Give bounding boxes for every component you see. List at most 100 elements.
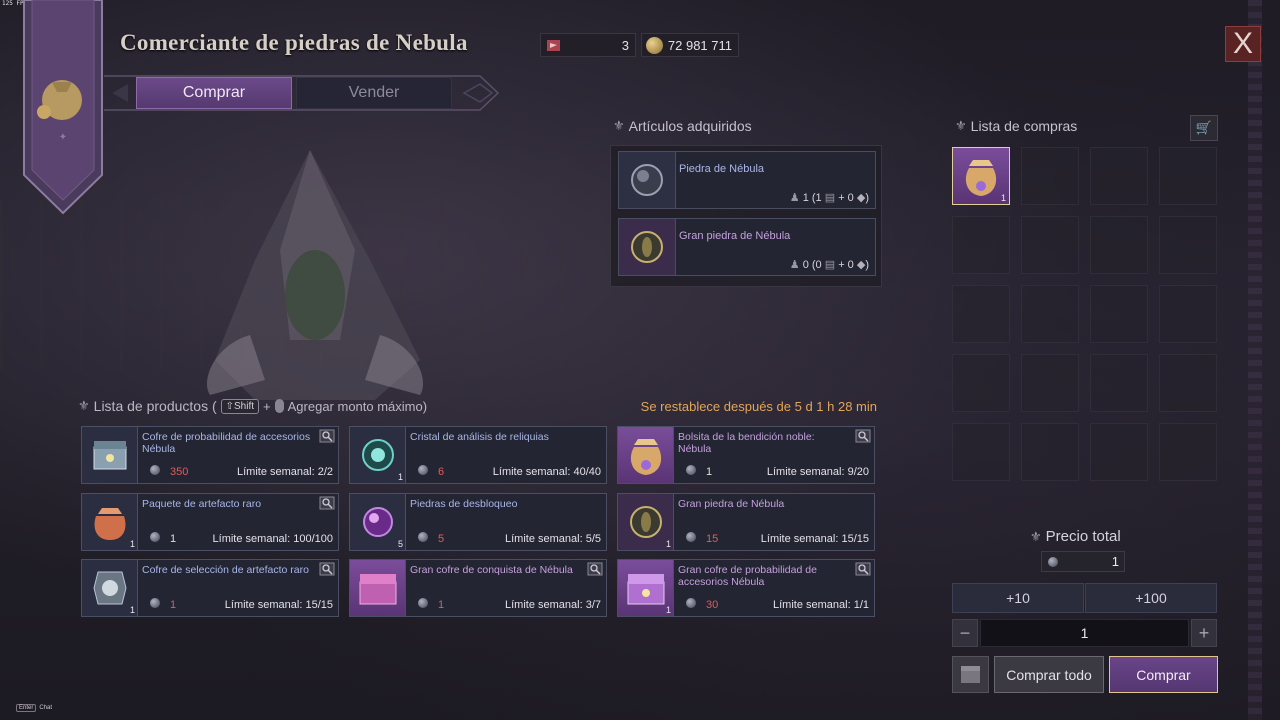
cart-slot[interactable]	[1159, 147, 1217, 205]
item-qty: 1	[665, 539, 671, 549]
svg-text:✦: ✦	[59, 132, 67, 143]
product-card[interactable]: 1 Paquete de artefacto raro 1 Límite sem…	[81, 493, 339, 551]
cart-slot[interactable]	[1090, 423, 1148, 481]
chat-label: Chat	[39, 705, 53, 711]
nebula-coin-icon	[150, 465, 160, 475]
product-list-hint: Agregar monto máximo)	[287, 398, 428, 414]
cart-slot[interactable]	[1159, 285, 1217, 343]
weekly-limit: Límite semanal: 9/20	[766, 466, 869, 478]
acquired-item[interactable]: Gran piedra de Nébula ♟ 0 (0 ▤ + 0 ◆)	[618, 218, 876, 276]
product-card[interactable]: 1 Cofre de selección de artefacto raro 1…	[81, 559, 339, 617]
accessory-chest-icon	[82, 427, 138, 483]
ticket-icon	[547, 40, 560, 51]
cart-slot[interactable]	[1021, 285, 1079, 343]
cart-slot[interactable]: 1	[952, 147, 1010, 205]
item-qty: 1	[129, 605, 135, 615]
cart-slot[interactable]	[1159, 216, 1217, 274]
chat-hint[interactable]: Enter Chat	[16, 704, 52, 712]
weekly-limit: Límite semanal: 15/15	[760, 533, 869, 545]
cart-slot[interactable]	[952, 285, 1010, 343]
chest-icon	[961, 666, 980, 683]
acquired-item-name: Gran piedra de Nébula	[679, 230, 791, 242]
acquired-item-count: ♟ 1 (1 ▤ + 0 ◆)	[789, 192, 869, 204]
cart-slot[interactable]	[952, 354, 1010, 412]
product-name: Piedras de desbloqueo	[410, 498, 518, 510]
product-price: 1	[706, 466, 713, 478]
tab-vender[interactable]: Vender	[296, 77, 452, 109]
unlock-stones-icon: 5	[350, 494, 406, 550]
product-name: Cofre de selección de artefacto raro	[142, 564, 309, 576]
preview-icon[interactable]	[319, 562, 335, 576]
artifact-package-icon: 1	[82, 494, 138, 550]
product-card[interactable]: Cofre de probabilidad de accesorios Nébu…	[81, 426, 339, 484]
cart-slot[interactable]	[1021, 216, 1079, 274]
cart-slot[interactable]	[1090, 216, 1148, 274]
cart-icon: 🛒	[1195, 120, 1213, 135]
product-card[interactable]: Bolsita de la bendición noble: Nébula 1 …	[617, 426, 875, 484]
plus-100-button[interactable]: +100	[1085, 583, 1217, 613]
product-card[interactable]: 1 Gran cofre de probabilidad de accesori…	[617, 559, 875, 617]
cart-slot[interactable]	[1021, 423, 1079, 481]
weekly-limit: Límite semanal: 5/5	[505, 533, 601, 545]
minus-icon: −	[959, 622, 971, 643]
buy-all-button[interactable]: Comprar todo	[994, 656, 1104, 693]
total-price-header: ⚜ Precio total	[1030, 528, 1121, 545]
preview-icon[interactable]	[319, 496, 335, 510]
nebula-coin-icon	[150, 532, 160, 542]
increase-button[interactable]: +	[1191, 619, 1217, 647]
product-price: 6	[438, 466, 445, 478]
tab-comprar[interactable]: Comprar	[136, 77, 292, 109]
cart-slot-qty: 1	[1000, 193, 1006, 203]
nebula-coin-icon	[1048, 557, 1058, 567]
product-list-title: Lista de productos (	[93, 398, 217, 414]
ticket-count: 3	[621, 37, 629, 53]
cart-slot[interactable]	[1090, 354, 1148, 412]
nebula-stone-icon	[619, 152, 676, 208]
product-name: Gran cofre de conquista de Nébula	[410, 564, 573, 576]
product-card[interactable]: 1 Gran piedra de Nébula 15 Límite semana…	[617, 493, 875, 551]
product-price: 1	[170, 599, 177, 611]
buy-button[interactable]: Comprar	[1109, 656, 1218, 693]
product-price: 1	[438, 599, 445, 611]
mouse-icon	[274, 399, 284, 413]
cart-slot[interactable]	[952, 216, 1010, 274]
great-accessory-chest-icon: 1	[618, 560, 674, 616]
nebula-coin-icon	[150, 598, 160, 608]
weekly-limit: Límite semanal: 100/100	[212, 533, 333, 545]
cart-slot[interactable]	[1159, 423, 1217, 481]
preview-icon[interactable]	[319, 429, 335, 443]
cart-header: ⚜ Lista de compras	[955, 118, 1077, 134]
preview-icon[interactable]	[855, 562, 871, 576]
cart-title: Lista de compras	[970, 118, 1078, 134]
cart-slot[interactable]	[952, 423, 1010, 481]
item-qty: 1	[397, 472, 403, 482]
product-card[interactable]: 1 Cristal de análisis de reliquias 6 Lím…	[349, 426, 607, 484]
cart-slot[interactable]	[1090, 147, 1148, 205]
cart-slot[interactable]	[1090, 285, 1148, 343]
nebula-coin-icon	[418, 465, 428, 475]
close-button[interactable]: X	[1225, 26, 1261, 62]
cart-clear-button[interactable]: 🛒	[1190, 115, 1218, 141]
close-icon: X	[1232, 27, 1253, 60]
decrease-button[interactable]: −	[952, 619, 978, 647]
cart-slot[interactable]	[1021, 147, 1079, 205]
plus-sign: +	[263, 398, 271, 414]
acquired-item[interactable]: Piedra de Nébula ♟ 1 (1 ▤ + 0 ◆)	[618, 151, 876, 209]
currency-gold: 72 981 711	[641, 33, 739, 57]
quantity-input[interactable]: 1	[980, 619, 1189, 647]
preview-icon[interactable]	[855, 429, 871, 443]
preview-icon[interactable]	[587, 562, 603, 576]
shift-key-hint: ⇧Shift	[220, 398, 260, 414]
cart-slot[interactable]	[1021, 354, 1079, 412]
product-card[interactable]: Gran cofre de conquista de Nébula 1 Lími…	[349, 559, 607, 617]
npc-merchant-figure	[206, 150, 424, 400]
product-name: Cofre de probabilidad de accesorios Nébu…	[142, 431, 311, 455]
blessing-pouch-icon	[618, 427, 674, 483]
plus-10-button[interactable]: +10	[952, 583, 1084, 613]
cart-slot[interactable]	[1159, 354, 1217, 412]
chest-toggle-button[interactable]	[952, 656, 989, 693]
total-price-title: Precio total	[1045, 528, 1121, 545]
product-card[interactable]: 5 Piedras de desbloqueo 5 Límite semanal…	[349, 493, 607, 551]
product-name: Gran cofre de probabilidad de accesorios…	[678, 564, 817, 588]
pack-icon: ▤	[824, 259, 836, 271]
